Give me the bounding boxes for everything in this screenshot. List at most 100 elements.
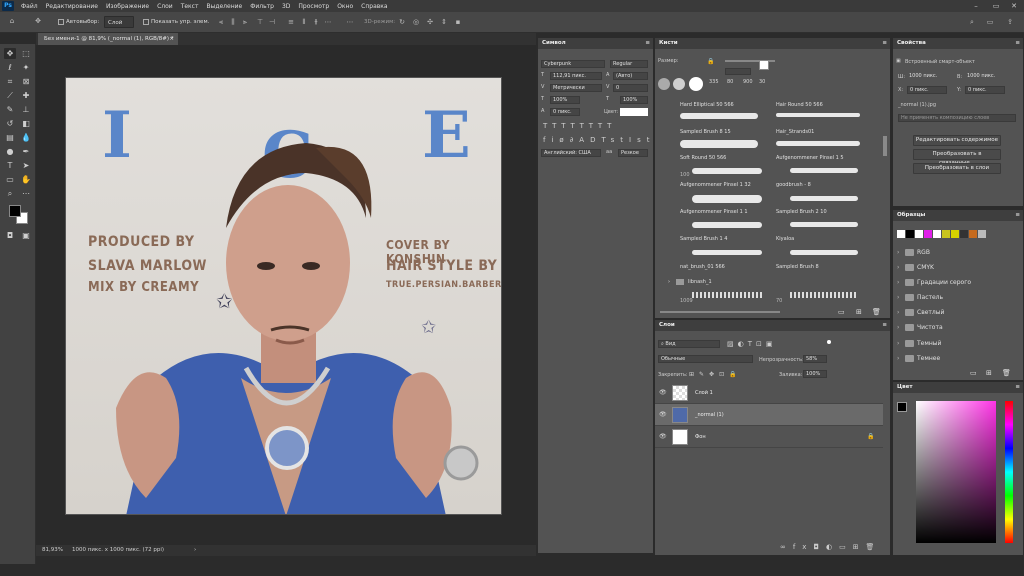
foreground-color-swatch[interactable]	[897, 402, 907, 412]
dodge-tool-icon[interactable]: ●	[4, 146, 16, 157]
swatch-group-grayscale[interactable]: › Градации серого	[895, 275, 1015, 290]
layer-row[interactable]: 👁 Фон 🔒	[655, 426, 883, 448]
home-icon[interactable]: ⌂	[8, 17, 16, 25]
menu-window[interactable]: Окно	[333, 3, 357, 10]
vertical-scale-field[interactable]: 100%	[550, 96, 580, 104]
crop-tool-icon[interactable]: ⌗	[4, 76, 16, 87]
baseline-field[interactable]: 0 пикс.	[550, 108, 580, 116]
width-field[interactable]: 1000 пикс.	[907, 73, 947, 81]
brush-preset-soft[interactable]	[658, 78, 670, 90]
swatch[interactable]	[951, 230, 959, 238]
layer-kind-filter[interactable]: ⌕ Вид	[658, 340, 720, 348]
3d-rotate-icon[interactable]: ↻	[398, 18, 406, 26]
close-tab-icon[interactable]: ×	[169, 33, 174, 45]
convert-to-linked-button[interactable]: Преобразовать в связанные...	[913, 149, 1001, 166]
3d-slide-icon[interactable]: ⇕	[440, 18, 448, 26]
opentype-buttons[interactable]: fiø∂ADTstIst½	[543, 136, 668, 144]
opacity-field[interactable]: 58%	[803, 355, 827, 363]
edit-contents-button[interactable]: Редактировать содержимое	[913, 135, 1001, 146]
show-controls-checkbox[interactable]: Показать упр. элем.	[143, 16, 209, 28]
panel-menu-icon[interactable]: ≡	[1015, 382, 1020, 393]
swatch-group-cmyk[interactable]: › CMYK	[895, 260, 1015, 275]
menu-3d[interactable]: 3D	[278, 3, 294, 10]
search-icon[interactable]: ⌕	[968, 18, 976, 26]
align-right-icon[interactable]: ⫸	[241, 18, 249, 26]
brush-item-name[interactable]: nat_brush_01 566	[680, 264, 725, 270]
brush-item-name[interactable]: Sampled Brush 1 4	[680, 236, 727, 242]
menu-select[interactable]: Выделение	[202, 3, 246, 10]
new-brush-icon[interactable]	[759, 60, 769, 70]
brush-stroke-preview[interactable]	[692, 292, 762, 298]
visibility-eye-icon[interactable]: 👁	[659, 411, 667, 418]
delete-icon[interactable]: 🗑	[872, 308, 881, 316]
new-swatch-icon[interactable]: ⊞	[986, 369, 992, 377]
menu-type[interactable]: Текст	[177, 3, 203, 10]
align-middle-icon[interactable]: ⊣	[268, 18, 276, 26]
panel-menu-icon[interactable]: ≡	[882, 320, 887, 331]
panel-menu-icon[interactable]: ≡	[882, 38, 887, 49]
swatch[interactable]	[915, 230, 923, 238]
font-size-field[interactable]: 112,91 пикс.	[550, 72, 602, 80]
align-center-icon[interactable]: ⫼	[229, 18, 237, 26]
zoom-readout[interactable]: 81,93%	[42, 545, 63, 556]
panel-menu-icon[interactable]: ≡	[1015, 38, 1020, 49]
lasso-tool-icon[interactable]: ℓ	[4, 62, 16, 73]
menu-help[interactable]: Справка	[357, 3, 391, 10]
path-select-tool-icon[interactable]: ➤	[20, 160, 32, 171]
brush-preset-1-size[interactable]: 335	[709, 79, 719, 85]
menu-edit[interactable]: Редактирование	[42, 3, 102, 10]
hue-slider[interactable]	[1005, 401, 1013, 543]
align-top-icon[interactable]: ⊤	[256, 18, 264, 26]
visibility-eye-icon[interactable]: 👁	[659, 433, 667, 440]
brush-stroke-preview[interactable]	[680, 140, 758, 148]
eraser-tool-icon[interactable]: ◧	[20, 118, 32, 129]
new-group-icon[interactable]: ▭	[838, 308, 845, 316]
layer-comp-dropdown[interactable]: Не применять композицию слоев	[898, 114, 1016, 122]
pen-tool-icon[interactable]: ✒	[20, 146, 32, 157]
brush-preview-slider[interactable]	[660, 311, 780, 313]
brush-item-name[interactable]: Aufgenommener Pinsel 1 32	[680, 182, 751, 188]
brush-preset-soft2[interactable]	[673, 78, 685, 90]
brush-stroke-preview[interactable]	[790, 292, 858, 298]
fill-field[interactable]: 100%	[803, 370, 827, 378]
more-options-icon[interactable]: ⋯	[346, 18, 354, 26]
brush-preset-4-size[interactable]: 30	[759, 79, 765, 85]
status-chevron-icon[interactable]: ›	[194, 545, 196, 556]
swatch[interactable]	[942, 230, 950, 238]
brush-stroke-preview[interactable]	[790, 168, 858, 173]
lock-icon[interactable]: 🔒	[707, 58, 717, 66]
maximize-icon[interactable]: ▭	[988, 0, 1004, 12]
swatch-group-pure[interactable]: › Чистота	[895, 320, 1015, 335]
layer-row[interactable]: 👁 Слой 1	[655, 382, 883, 404]
move-tool-icon[interactable]: ✥	[4, 48, 16, 59]
swatch[interactable]	[906, 230, 914, 238]
menu-filter[interactable]: Фильтр	[246, 3, 278, 10]
3d-roll-icon[interactable]: ◎	[412, 18, 420, 26]
brush-stroke-preview[interactable]	[692, 168, 762, 174]
more-tools-icon[interactable]: ⋯	[20, 188, 32, 199]
blur-tool-icon[interactable]: 💧	[20, 132, 32, 143]
distribute-h-icon[interactable]: ⫴	[300, 18, 308, 26]
workspace-icon[interactable]: ▭	[986, 18, 994, 26]
minimize-icon[interactable]: –	[968, 0, 984, 12]
panel-menu-icon[interactable]: ≡	[645, 38, 650, 49]
brush-stroke-preview[interactable]	[776, 141, 860, 146]
y-field[interactable]: 0 пикс.	[965, 86, 1005, 94]
brush-tool-icon[interactable]: ✎	[4, 104, 16, 115]
swatch-group-dark[interactable]: › Темный	[895, 336, 1015, 351]
menu-image[interactable]: Изображение	[102, 3, 153, 10]
brush-stroke-preview[interactable]	[790, 222, 858, 227]
hand-tool-icon[interactable]: ✋	[20, 174, 32, 185]
color-field[interactable]	[916, 401, 996, 543]
distribute-icon[interactable]: ≡	[287, 18, 295, 26]
marquee-tool-icon[interactable]: ⬚	[20, 48, 32, 59]
swatch[interactable]	[897, 230, 905, 238]
brush-stroke-preview[interactable]	[776, 113, 860, 117]
layer-filter-icons[interactable]: ▨◐T⊡▣	[727, 340, 776, 348]
brush-preset-2-size[interactable]: 80	[727, 79, 733, 85]
height-field[interactable]: 1000 пикс.	[965, 73, 1005, 81]
lock-icons[interactable]: ⊞✎✥⊡🔒	[689, 371, 742, 378]
horizontal-scale-field[interactable]: 100%	[620, 96, 648, 104]
delete-icon[interactable]: 🗑	[1002, 369, 1011, 377]
swatch[interactable]	[978, 230, 986, 238]
